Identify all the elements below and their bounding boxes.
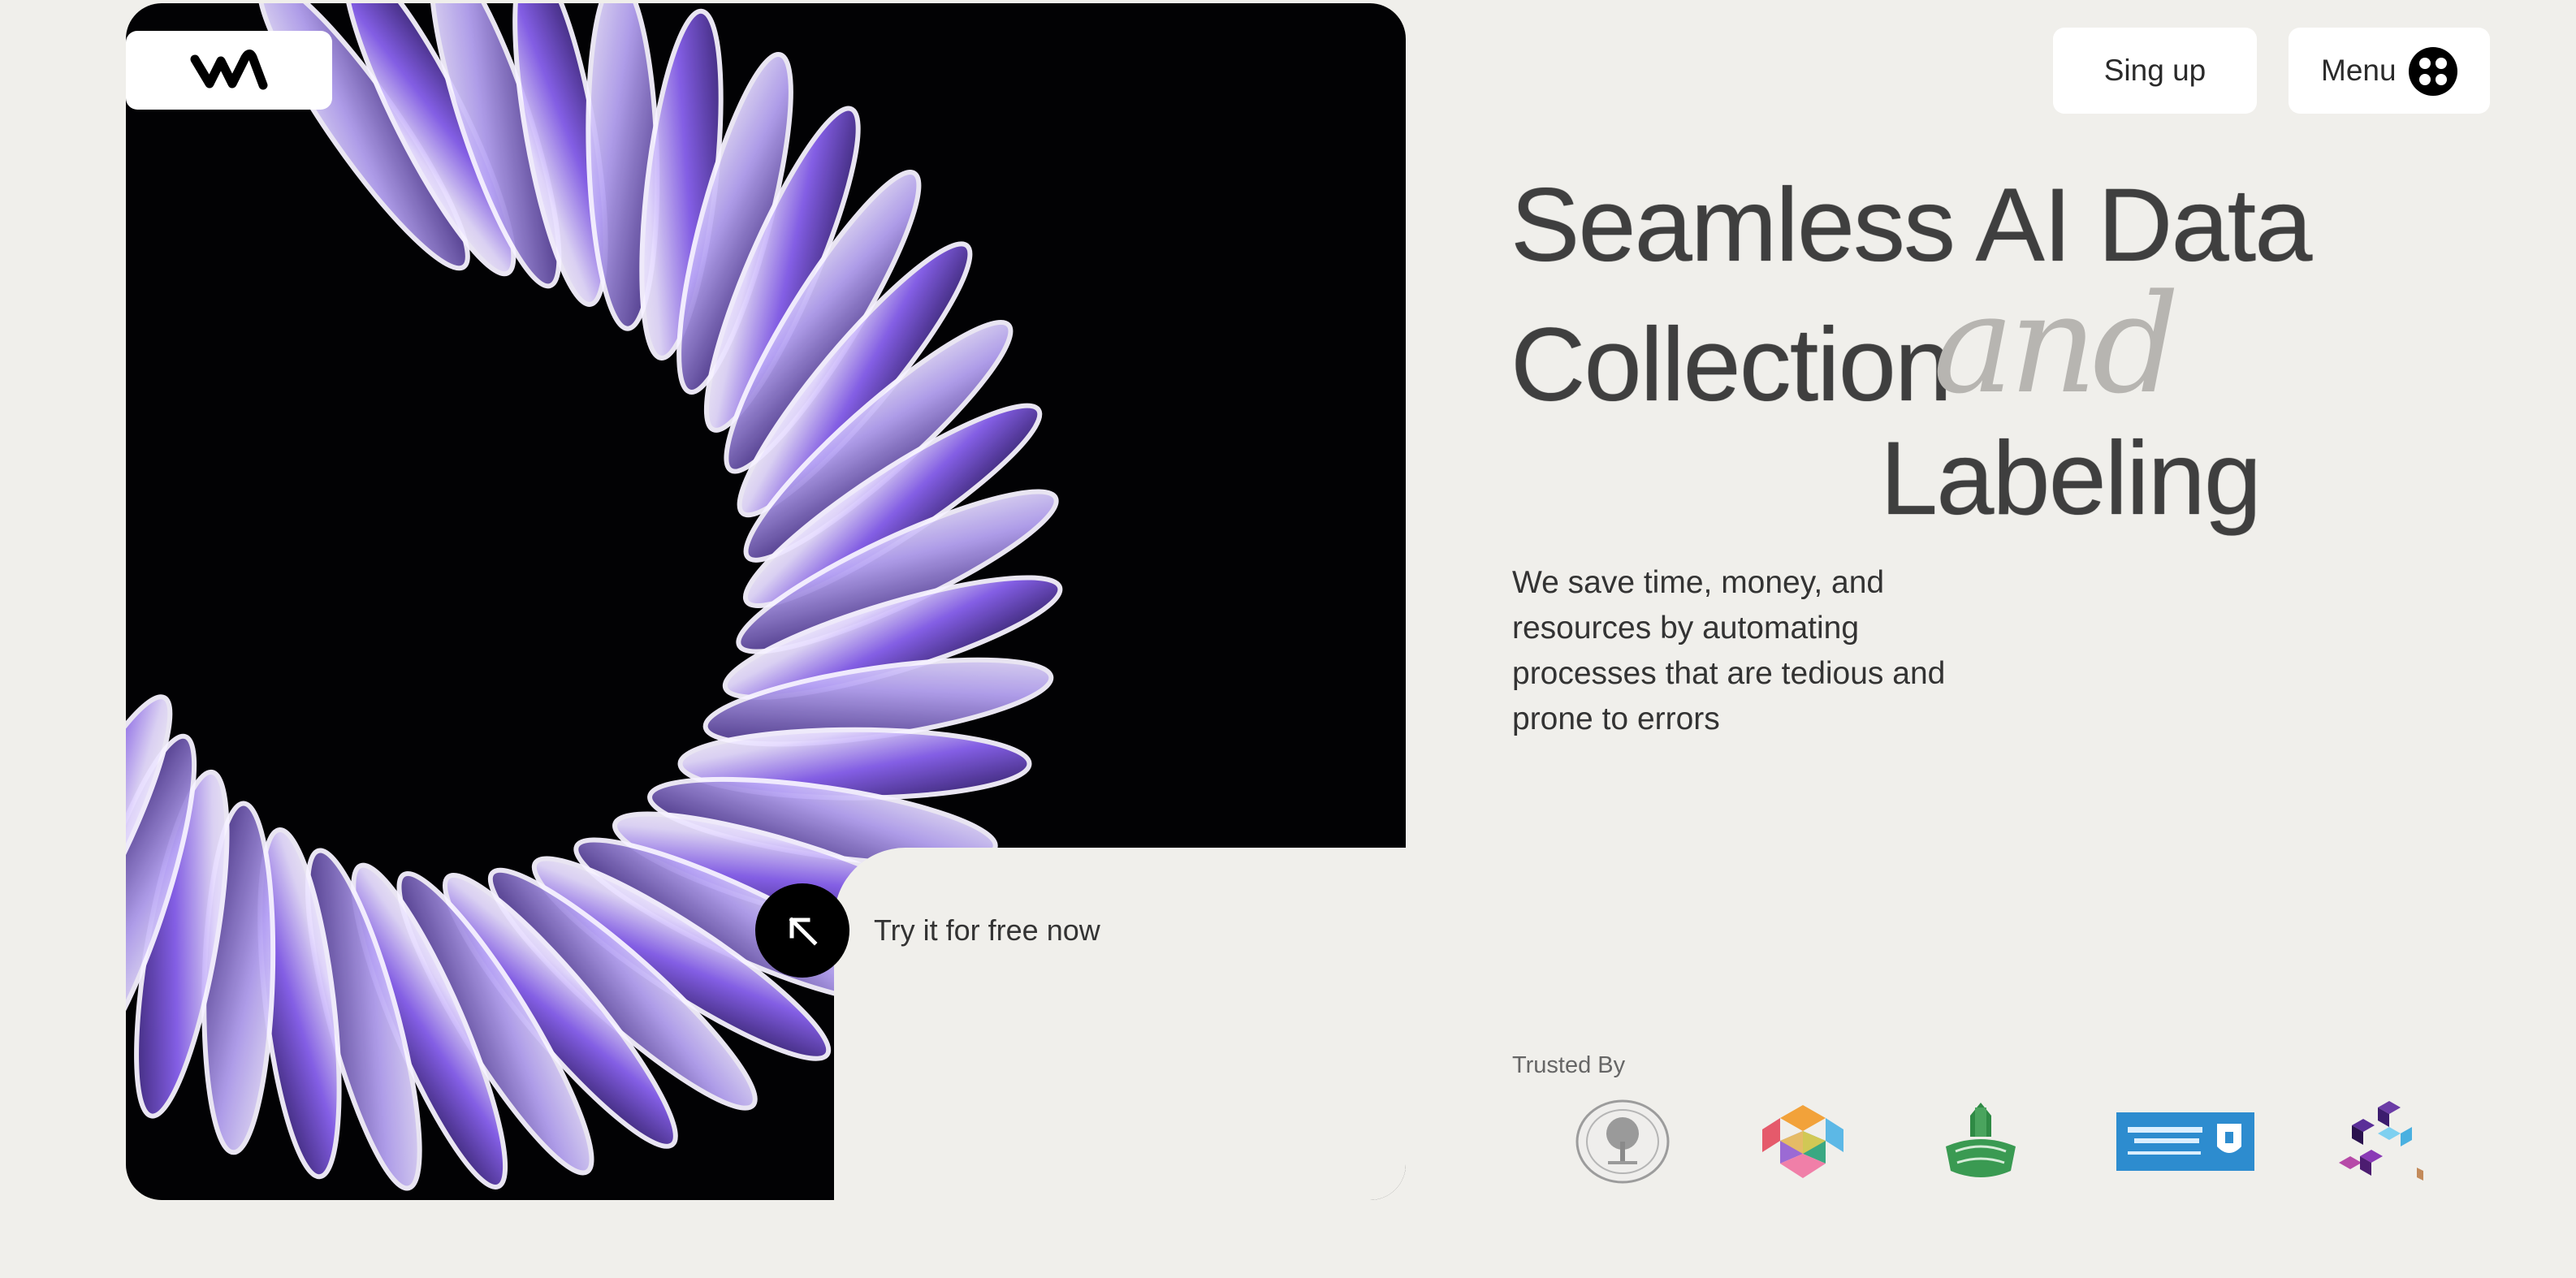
headline-line-1: Seamless AI Data — [1511, 167, 2312, 283]
hero-headline: Seamless AI Data Collection and Labeling — [1511, 154, 2404, 536]
signup-button[interactable]: Sing up — [2053, 28, 2257, 114]
hero-image — [126, 3, 1406, 1200]
purple-cubes-logo — [2339, 1096, 2428, 1187]
hexagon-mosaic-logo — [1753, 1096, 1853, 1187]
menu-label: Menu — [2321, 54, 2397, 87]
cta-button[interactable] — [755, 883, 849, 978]
headline-and: and — [1933, 265, 2180, 424]
site-logo[interactable] — [126, 31, 332, 110]
cta-label[interactable]: Try it for free now — [874, 913, 1100, 948]
green-crest-logo — [1939, 1096, 2022, 1187]
king-saud-university-logo — [2116, 1096, 2254, 1187]
four-dots-icon — [2409, 47, 2457, 96]
headline-line-2: Collection — [1511, 307, 1952, 423]
menu-button[interactable]: Menu — [2289, 28, 2490, 114]
try-free-cta[interactable]: Try it for free now — [755, 883, 1100, 978]
trusted-by-label: Trusted By — [1512, 1052, 1626, 1078]
hero-subtitle: We save time, money, and resources by au… — [1512, 565, 1946, 736]
tree-seal-logo — [1575, 1096, 1670, 1187]
signup-label: Sing up — [2103, 54, 2206, 87]
headline-line-3: Labeling — [1880, 421, 2262, 537]
wave-logo-icon — [190, 49, 268, 89]
partner-logos — [1575, 1096, 2428, 1194]
arrow-up-left-icon — [789, 917, 818, 946]
